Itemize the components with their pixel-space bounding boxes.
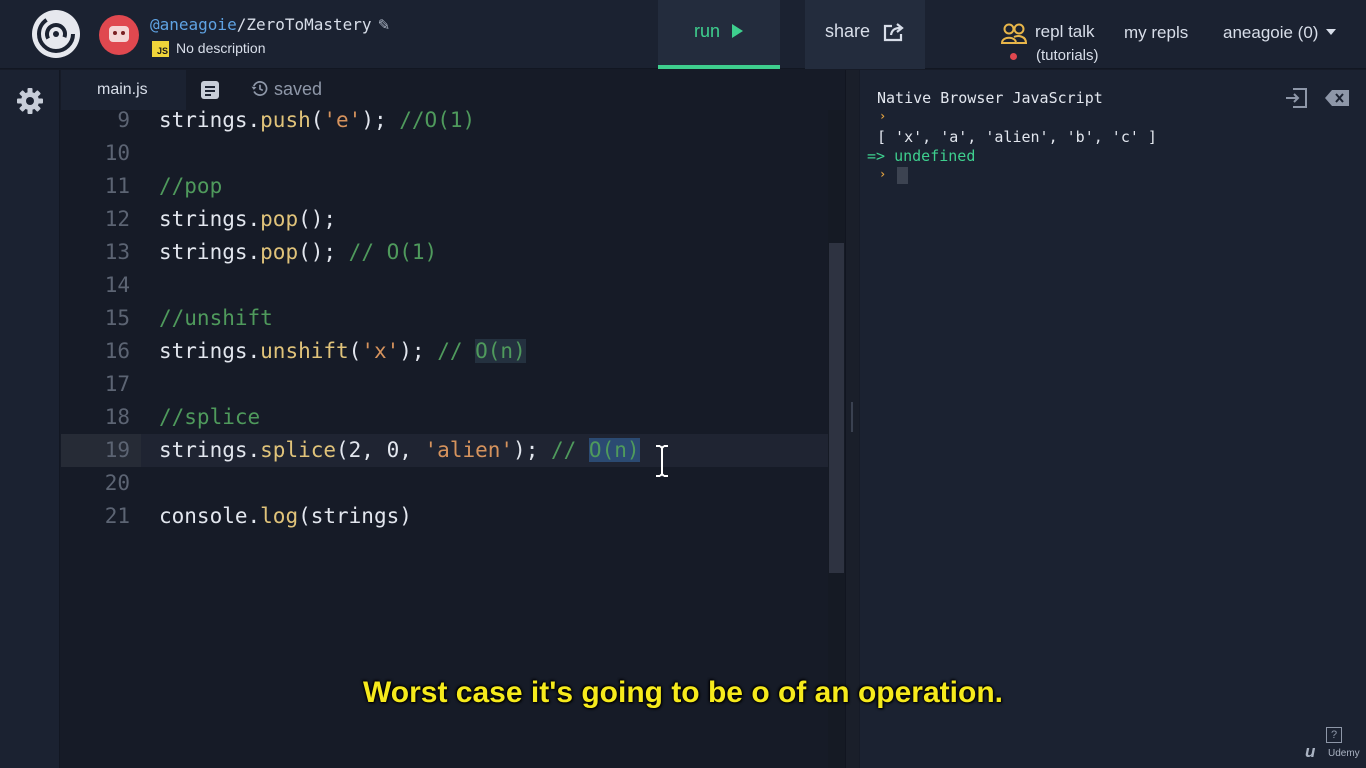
code-line[interactable]: 18 //splice (61, 401, 828, 434)
line-number: 18 (104, 405, 130, 429)
help-icon[interactable]: ? (1326, 727, 1342, 743)
code-text: //unshift (159, 306, 273, 330)
left-sidebar (0, 70, 60, 768)
gear-icon[interactable] (16, 87, 44, 115)
save-status: saved (251, 79, 322, 100)
console-clear-icon[interactable] (1325, 90, 1349, 106)
code-line[interactable]: 11 //pop (61, 170, 828, 203)
console-prompt-icon: › (879, 109, 887, 123)
code-text: strings.pop(); // O(1) (159, 240, 438, 264)
people-icon (1000, 23, 1028, 44)
code-line[interactable]: 12 strings.pop(); (61, 203, 828, 236)
code-text: console.log(strings) (159, 504, 412, 528)
account-label: aneagoie (0) (1223, 23, 1319, 42)
code-line[interactable]: 16 strings.unshift('x'); // O(n) (61, 335, 828, 368)
robot-avatar-icon[interactable] (99, 15, 139, 55)
repl-name: /ZeroToMastery (236, 15, 372, 34)
document-icon[interactable] (201, 81, 219, 99)
console-title: Native Browser JavaScript (877, 89, 1103, 107)
account-menu[interactable]: aneagoie (0) (1223, 23, 1337, 43)
history-icon (251, 81, 268, 96)
line-number: 9 (117, 110, 130, 132)
splitter-grip[interactable] (851, 402, 853, 432)
line-number: 15 (104, 306, 130, 330)
tab-label: main.js (97, 81, 148, 98)
code-line[interactable]: 20 (61, 467, 828, 500)
line-number: 19 (61, 434, 141, 467)
line-number: 16 (104, 339, 130, 363)
top-bar: @aneagoie/ZeroToMastery ✎ JS No descripti… (0, 0, 1366, 69)
repl-talk-label: repl talk (1035, 22, 1095, 41)
line-number: 14 (104, 273, 130, 297)
code-text: strings.splice(2, 0, 'alien'); // O(n) (159, 438, 640, 462)
run-label: run (694, 21, 721, 41)
line-number: 17 (104, 372, 130, 396)
code-text: strings.pop(); (159, 207, 337, 231)
console-expand-icon[interactable] (1284, 88, 1308, 108)
line-number: 20 (104, 471, 130, 495)
code-text: strings.push('e'); //O(1) (159, 110, 476, 132)
pencil-icon[interactable]: ✎ (378, 16, 391, 34)
code-text: //splice (159, 405, 261, 429)
code-text: strings.unshift('x'); // O(n) (159, 339, 526, 363)
replit-logo-icon[interactable] (30, 8, 82, 60)
code-line[interactable]: 21 console.log(strings) (61, 500, 828, 533)
video-subtitle: Worst case it's going to be o of an oper… (363, 676, 1003, 709)
code-line[interactable]: 15 //unshift (61, 302, 828, 335)
share-button[interactable]: share (805, 0, 925, 69)
code-editor[interactable]: 9 strings.push('e'); //O(1) 10 11 //pop 12 str… (61, 110, 845, 768)
code-line[interactable]: 10 (61, 137, 828, 170)
my-repls-link[interactable]: my repls (1124, 23, 1188, 43)
console-input-cursor[interactable] (897, 167, 908, 184)
repl-owner-link[interactable]: @aneagoie (150, 15, 237, 34)
run-button[interactable]: run (658, 0, 780, 69)
tab-main-js[interactable]: main.js (61, 70, 186, 110)
udemy-logo-icon: u (1305, 742, 1316, 761)
editor-tab-bar: main.js saved (61, 70, 845, 110)
code-line[interactable]: 17 (61, 368, 828, 401)
repl-description[interactable]: No description (176, 40, 266, 56)
line-number: 21 (104, 504, 130, 528)
selection-highlight: O(n) (588, 438, 640, 462)
udemy-label: Udemy (1328, 748, 1360, 759)
selection-highlight: O(n) (475, 339, 526, 363)
editor-scrollbar[interactable] (828, 110, 845, 768)
code-line[interactable]: 14 (61, 269, 828, 302)
save-status-label: saved (274, 79, 323, 99)
code-text: //pop (159, 174, 223, 198)
console-pane[interactable]: Native Browser JavaScript › [ 'x', 'a', … (860, 70, 1366, 768)
text-cursor-icon (656, 445, 668, 477)
scrollbar-thumb[interactable] (829, 243, 844, 573)
share-label: share (825, 21, 871, 41)
repl-talk-sublabel: (tutorials) (1036, 47, 1099, 64)
js-language-badge: JS (152, 41, 169, 57)
pane-splitter[interactable] (845, 70, 859, 768)
share-icon (883, 23, 904, 42)
udemy-watermark: ? u Udemy (1303, 727, 1363, 763)
line-number: 13 (104, 240, 130, 264)
caret-down-icon (1326, 29, 1337, 35)
notification-dot (1010, 53, 1017, 60)
code-line[interactable]: 9 strings.push('e'); //O(1) (61, 110, 828, 137)
repl-title[interactable]: @aneagoie/ZeroToMastery ✎ (150, 15, 390, 34)
console-prompt-icon: › (879, 167, 887, 181)
code-line[interactable]: 13 strings.pop(); // O(1) (61, 236, 828, 269)
play-icon (732, 24, 743, 38)
line-number: 11 (104, 174, 130, 198)
console-result: => undefined (867, 147, 976, 165)
line-number: 12 (104, 207, 130, 231)
line-number: 10 (104, 141, 130, 165)
code-line[interactable]: 19 strings.splice(2, 0, 'alien'); // O(n) (61, 434, 828, 467)
console-output: [ 'x', 'a', 'alien', 'b', 'c' ] (877, 128, 1157, 146)
